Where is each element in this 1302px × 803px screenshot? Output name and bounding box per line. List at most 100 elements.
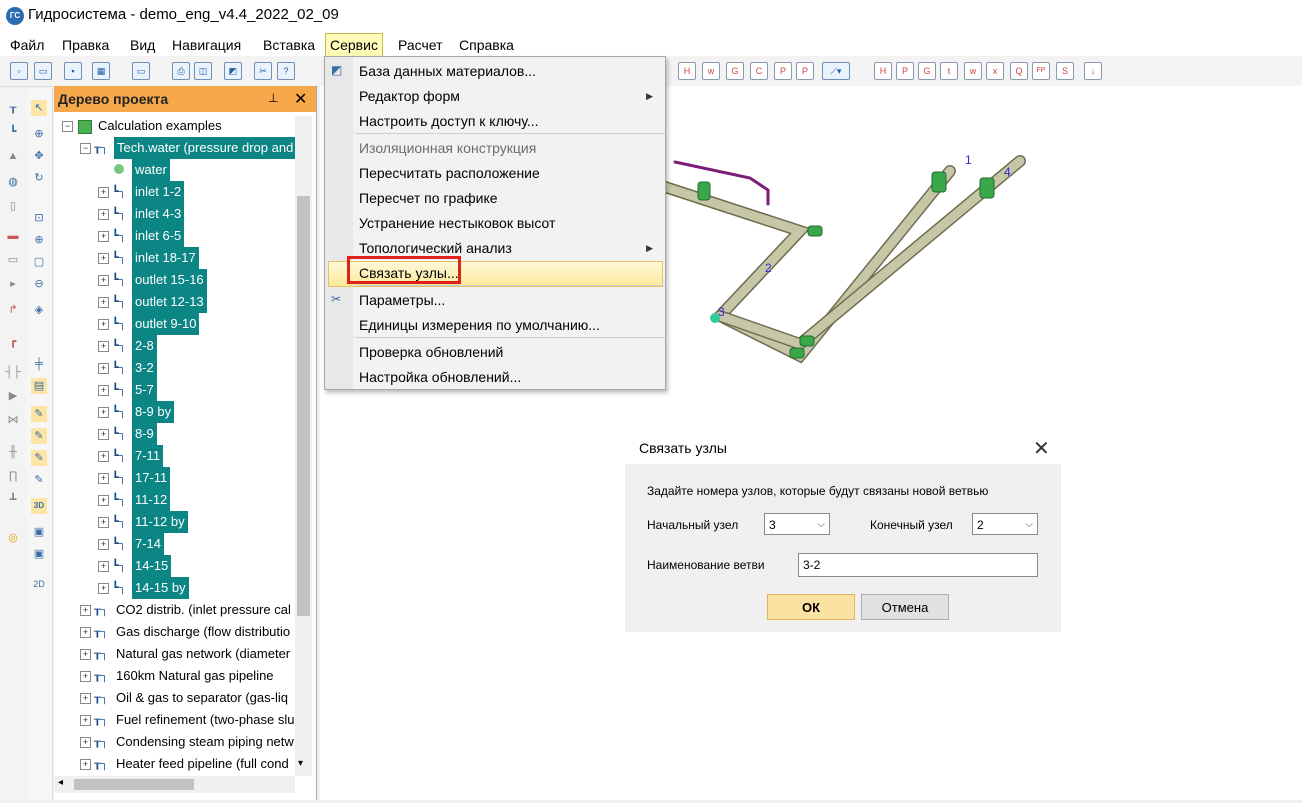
expand-icon[interactable]: + [98, 253, 109, 264]
expand-icon[interactable]: + [98, 583, 109, 594]
tools-icon[interactable]: ✂ [254, 62, 272, 80]
menu-item[interactable]: Пересчет по графике [359, 186, 659, 210]
corner-icon[interactable]: ┏ [5, 334, 21, 350]
chart-icon[interactable]: ⟋▾ [822, 62, 850, 80]
menu-item[interactable]: Пересчитать расположение [359, 161, 659, 185]
menu-item[interactable]: Настройка обновлений... [359, 365, 659, 389]
layers-icon[interactable]: ◈ [31, 302, 47, 318]
expand-icon[interactable]: + [98, 495, 109, 506]
graph-w-icon[interactable]: w [964, 62, 982, 80]
report-w-icon[interactable]: w [702, 62, 720, 80]
tree-horizontal-scrollbar[interactable]: ◂ [54, 776, 295, 793]
expand-icon[interactable]: + [98, 297, 109, 308]
zoom-in-icon[interactable]: ⊕ [31, 232, 47, 248]
node-move-icon[interactable]: ✎ [31, 428, 47, 444]
menu-item[interactable]: Связать узлы... [359, 261, 659, 285]
graph-q-icon[interactable]: Q [1010, 62, 1028, 80]
menu-item[interactable]: Устранение нестыковок высот [359, 211, 659, 235]
node-link-icon[interactable]: ✎ [31, 450, 47, 466]
cancel-button[interactable]: Отмена [861, 594, 949, 620]
menu-item[interactable]: База данных материалов... [359, 59, 659, 83]
menu-service[interactable]: Сервис [325, 33, 383, 57]
graph-s-icon[interactable]: S [1056, 62, 1074, 80]
menu-item[interactable]: Единицы измерения по умолчанию... [359, 313, 659, 337]
gate-valve-icon[interactable]: ⋈ [5, 412, 21, 428]
node-label[interactable]: 2 [765, 261, 772, 275]
node-label[interactable]: 3 [718, 305, 725, 319]
check-valve-icon[interactable]: ▶ [5, 388, 21, 404]
thermometer-icon[interactable]: ↓ [1084, 62, 1102, 80]
expand-icon[interactable]: + [98, 385, 109, 396]
graph-g-icon[interactable]: G [918, 62, 936, 80]
tree-vertical-scrollbar[interactable]: ▾ [295, 116, 312, 776]
expand-icon[interactable]: + [98, 561, 109, 572]
menu-item[interactable]: Проверка обновлений [359, 340, 659, 364]
graph-x-icon[interactable]: x [986, 62, 1004, 80]
expand-icon[interactable]: + [98, 517, 109, 528]
expand-icon[interactable]: + [98, 407, 109, 418]
rotate-icon[interactable]: ↻ [31, 170, 47, 186]
document-icon[interactable]: ▣ [31, 524, 47, 540]
pin-icon[interactable]: ⊥ [268, 91, 278, 105]
pipe-icon[interactable]: ┰ [5, 100, 21, 116]
tree-project[interactable]: + ┰┐ Condensing steam piping netw [80, 731, 295, 753]
scrollbar-thumb[interactable] [297, 196, 310, 616]
refresh-doc-icon[interactable]: ▣ [31, 546, 47, 562]
print-preview-icon[interactable]: ◫ [194, 62, 212, 80]
filter-icon[interactable]: ╫ [5, 444, 21, 460]
expand-icon[interactable]: + [80, 627, 91, 638]
tree-project[interactable]: + ┰┐ Heater feed pipeline (full cond [80, 753, 295, 775]
calculator-icon[interactable]: ▦ [92, 62, 110, 80]
scroll-left-icon[interactable]: ◂ [58, 777, 63, 788]
tree-project[interactable]: + ┰┐ Fuel refinement (two-phase slu [80, 709, 295, 731]
expand-icon[interactable]: + [98, 275, 109, 286]
tank-icon[interactable]: ▯ [5, 198, 21, 214]
elbow-icon[interactable]: ┗ [5, 124, 21, 140]
report-h-icon[interactable]: H [678, 62, 696, 80]
node-props-icon[interactable]: ✎ [31, 472, 47, 488]
ok-button[interactable]: ОК [767, 594, 855, 620]
node-edit-icon[interactable]: ✎ [31, 406, 47, 422]
scroll-down-icon[interactable]: ▾ [298, 758, 303, 769]
flask-icon[interactable]: ◍ [5, 174, 21, 190]
report-g-icon[interactable]: G [726, 62, 744, 80]
print-icon[interactable]: ⎙ [172, 62, 190, 80]
dialog-close-button[interactable]: ✕ [1033, 436, 1050, 461]
menu-item[interactable]: Топологический анализ ▶ [359, 236, 659, 260]
window-icon[interactable]: ▭ [132, 62, 150, 80]
grid-icon[interactable]: ▤ [31, 378, 47, 394]
tree-project[interactable]: + ┰┐ CO2 distrib. (inlet pressure cal [80, 599, 295, 621]
expand-icon[interactable]: + [80, 693, 91, 704]
open-folder-icon[interactable]: ▭ [34, 62, 52, 80]
node-label[interactable]: 4 [1004, 165, 1011, 179]
menu-edit[interactable]: Правка [58, 35, 113, 55]
tree-project[interactable]: + ┰┐ Gas discharge (flow distributio [80, 621, 295, 643]
menu-item[interactable]: Параметры... [359, 288, 659, 312]
zoom-icon[interactable]: ⊕ [31, 126, 47, 142]
help-icon[interactable]: ? [277, 62, 295, 80]
menu-file[interactable]: Файл [6, 35, 48, 55]
orifice-icon[interactable]: ┤├ [5, 364, 21, 380]
expand-icon[interactable]: + [98, 473, 109, 484]
report-c-icon[interactable]: C [750, 62, 768, 80]
node-label[interactable]: 1 [965, 153, 972, 167]
collapse-icon[interactable]: − [62, 121, 73, 132]
expand-icon[interactable]: + [98, 451, 109, 462]
graph-t-icon[interactable]: t [940, 62, 958, 80]
save-icon[interactable]: ▪ [64, 62, 82, 80]
expand-icon[interactable]: + [80, 605, 91, 616]
menu-item[interactable]: Изоляционная конструкция [359, 136, 659, 160]
panel-close-button[interactable]: ✕ [294, 89, 307, 109]
menu-navigation[interactable]: Навигация [168, 35, 245, 55]
bend-icon[interactable]: ↱ [5, 302, 21, 318]
tree-project-selected[interactable]: − ┰┐ Tech.water (pressure drop and [80, 137, 295, 159]
graph-h-icon[interactable]: H [874, 62, 892, 80]
ring-icon[interactable]: ◎ [5, 530, 21, 546]
tree-project[interactable]: + ┰┐ Oil & gas to separator (gas-liq [80, 687, 295, 709]
menu-item[interactable]: Настроить доступ к ключу... [359, 109, 659, 133]
menu-item[interactable]: Редактор форм ▶ [359, 84, 659, 108]
new-file-icon[interactable]: ▫ [10, 62, 28, 80]
database-icon[interactable]: ◩ [224, 62, 242, 80]
view-3d-icon[interactable]: 3D [31, 498, 47, 514]
branch-name-input[interactable]: 3-2 [798, 553, 1038, 577]
